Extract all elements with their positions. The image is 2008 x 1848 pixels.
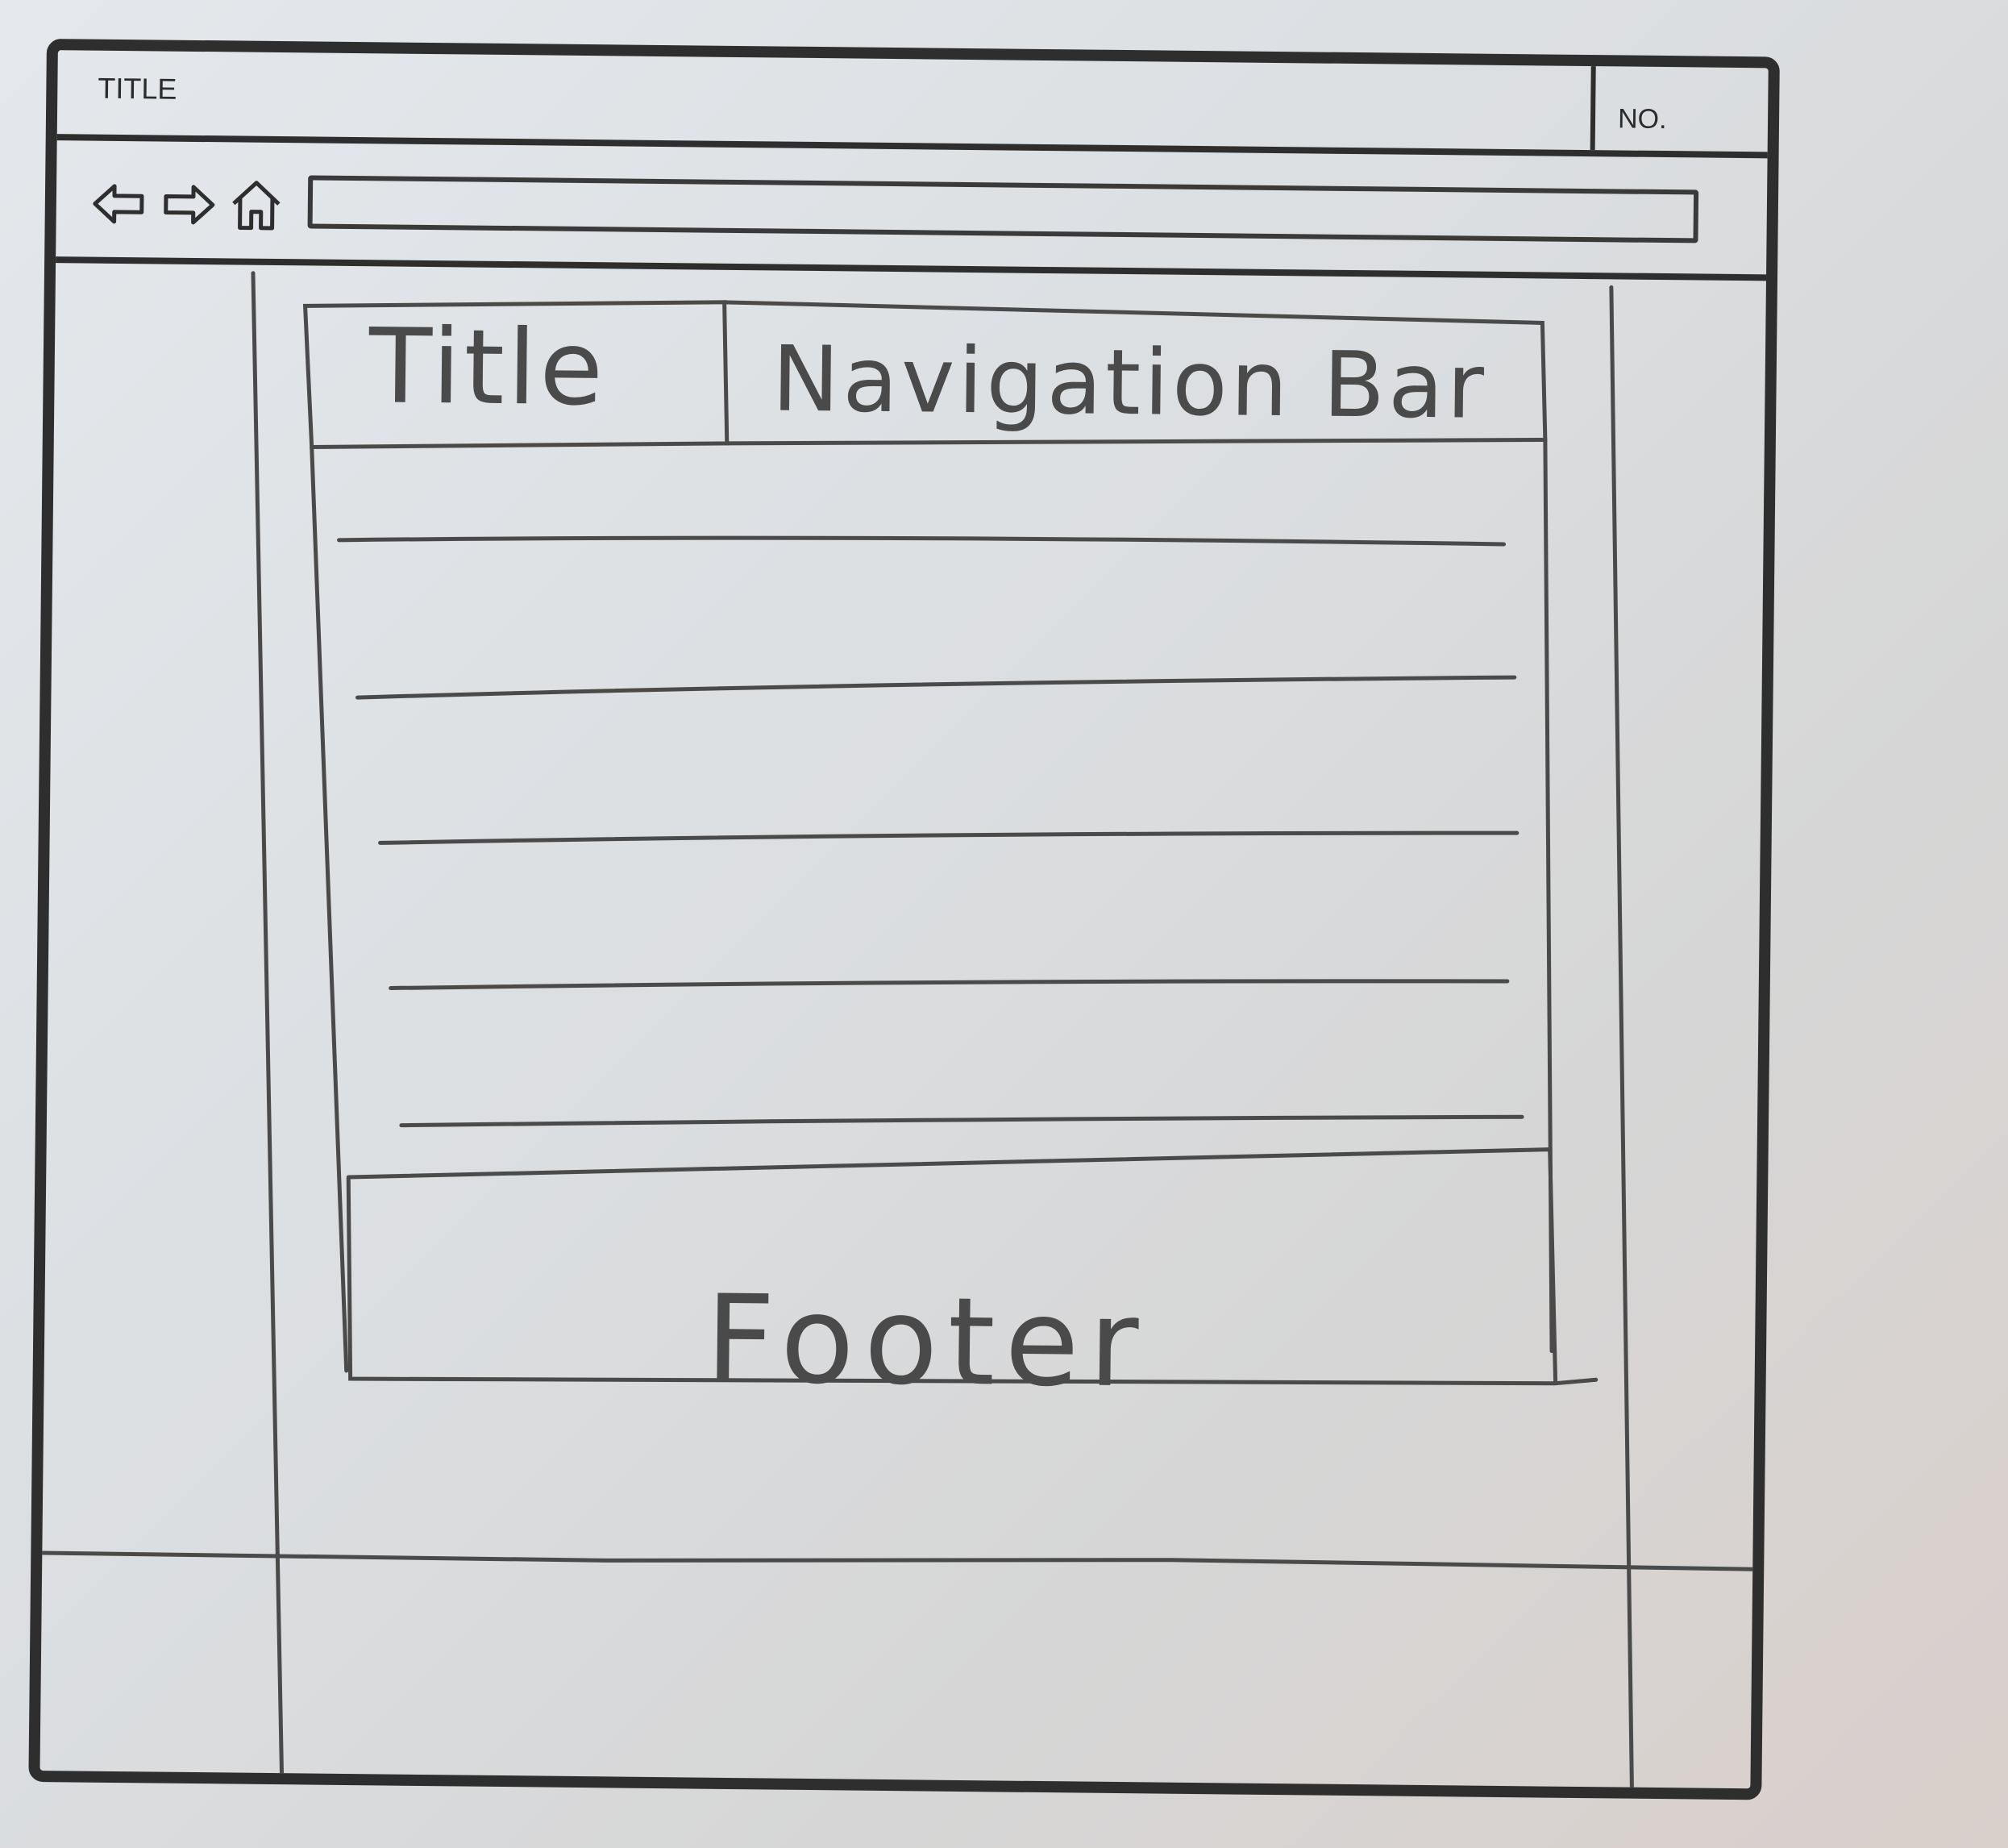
content-line-5: [399, 1114, 1524, 1128]
browser-window-frame: TITLE NO. Title Navigation Bar Footer: [28, 39, 1780, 1800]
back-arrow-icon[interactable]: [89, 175, 148, 234]
left-margin-guide: [251, 271, 284, 1775]
content-line-4: [389, 979, 1510, 991]
content-line-3: [378, 830, 1520, 845]
forward-arrow-icon[interactable]: [159, 175, 218, 234]
window-title-bar: TITLE NO.: [56, 50, 1769, 159]
right-margin-guide: [1609, 285, 1634, 1789]
home-icon[interactable]: [227, 176, 285, 235]
sheet-number-cell: NO.: [1590, 66, 1769, 152]
wireframe-navigation-bar: Navigation Bar: [771, 327, 1488, 439]
content-box-sides: [310, 437, 1554, 1373]
content-line-2: [355, 675, 1517, 700]
sheet-title-label: TITLE: [98, 71, 177, 106]
content-line-1: [337, 535, 1507, 547]
sheet-number-label: NO.: [1617, 103, 1667, 135]
address-bar[interactable]: [307, 175, 1699, 243]
wireframe-footer: Footer: [705, 1269, 1150, 1415]
browser-toolbar: [56, 140, 1768, 281]
paper-background: TITLE NO. Title Navigation Bar Footer: [0, 0, 2008, 1848]
wireframe-header-title: Title: [368, 306, 607, 430]
bottom-guide-line: [39, 1550, 1755, 1571]
page-viewport: Title Navigation Bar Footer: [39, 263, 1766, 1789]
wireframe-sketch: [39, 271, 1755, 1789]
